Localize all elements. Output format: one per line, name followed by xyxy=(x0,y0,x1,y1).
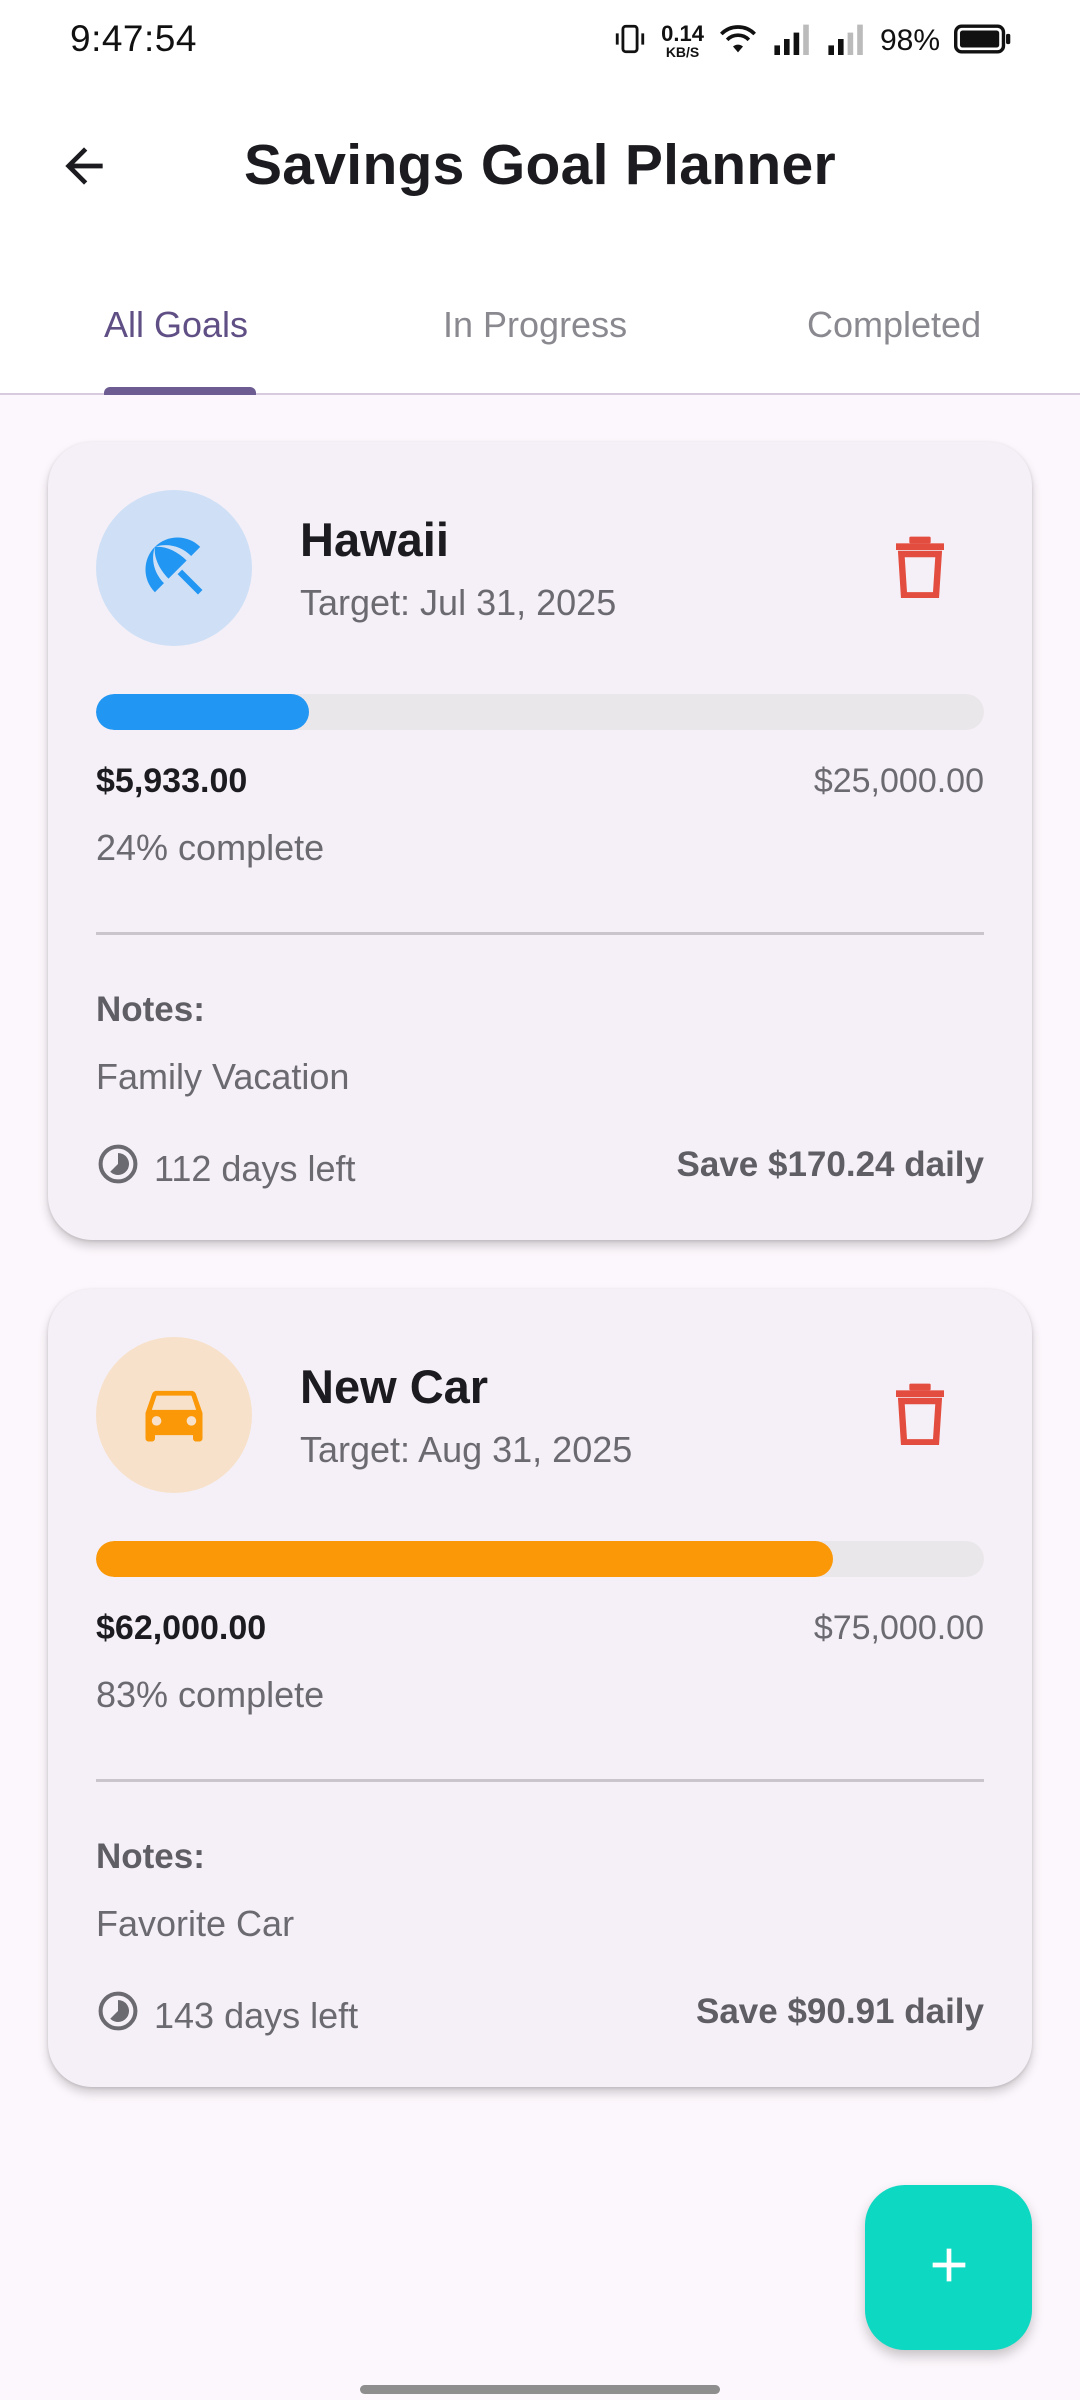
goal-card[interactable]: Hawaii Target: Jul 31, 2025 $5,933.00 $2… xyxy=(48,442,1032,1240)
signal-icon-2 xyxy=(826,23,866,60)
vibrate-icon xyxy=(613,22,647,61)
network-speed: 0.14 KB/S xyxy=(661,21,704,60)
daily-save: Save $90.91 daily xyxy=(696,1992,984,2031)
status-time: 9:47:54 xyxy=(70,18,197,59)
tab-all-goals[interactable]: All Goals xyxy=(104,255,248,395)
percent-complete: 83% complete xyxy=(96,1674,325,1715)
saved-amount: $62,000.00 xyxy=(96,1609,267,1647)
divider xyxy=(96,932,984,935)
battery-percent: 98% xyxy=(879,24,940,57)
goal-target-date: Target: Aug 31, 2025 xyxy=(300,1429,633,1470)
days-left-text: 143 days left xyxy=(154,1994,359,2036)
daily-save: Save $170.24 daily xyxy=(676,1145,984,1184)
beach-umbrella-icon xyxy=(136,528,212,609)
page-title: Savings Goal Planner xyxy=(243,133,837,197)
timelapse-icon xyxy=(96,1989,140,2042)
progress-bar xyxy=(96,1541,984,1577)
progress-fill xyxy=(96,694,310,730)
home-indicator[interactable] xyxy=(360,2385,720,2394)
network-speed-unit: KB/S xyxy=(665,44,700,60)
progress-bar xyxy=(96,694,984,730)
days-left: 112 days left xyxy=(96,1142,355,1195)
signal-icon xyxy=(772,23,812,60)
tab-bar: All Goals In Progress Completed xyxy=(0,255,1080,395)
status-icons: 0.14 KB/S 98% xyxy=(613,18,1012,64)
goal-name: Hawaii xyxy=(300,513,449,566)
network-speed-value: 0.14 xyxy=(661,21,704,46)
battery-icon xyxy=(954,23,1012,60)
notes-text: Family Vacation xyxy=(96,1056,350,1097)
wifi-icon xyxy=(718,22,758,61)
trash-icon xyxy=(892,1381,948,1450)
add-icon xyxy=(921,2237,977,2298)
add-goal-button[interactable] xyxy=(865,2185,1032,2350)
delete-button[interactable] xyxy=(884,1379,956,1451)
target-amount: $75,000.00 xyxy=(813,1609,984,1647)
notes-label: Notes: xyxy=(96,1837,205,1876)
car-icon xyxy=(136,1375,212,1456)
progress-fill xyxy=(96,1541,834,1577)
tab-completed[interactable]: Completed xyxy=(807,255,981,395)
goal-name: New Car xyxy=(300,1360,489,1413)
tab-indicator xyxy=(104,387,256,395)
goal-avatar xyxy=(96,490,252,646)
notes-label: Notes: xyxy=(96,990,205,1029)
tab-in-progress[interactable]: In Progress xyxy=(443,255,627,395)
status-bar: 9:47:54 0.14 KB/S 98% xyxy=(0,0,1080,80)
goal-avatar xyxy=(96,1337,252,1493)
divider xyxy=(96,1779,984,1782)
screen: 9:47:54 0.14 KB/S 98% Savings Goal Plann… xyxy=(0,0,1080,2400)
target-amount: $25,000.00 xyxy=(813,762,984,800)
days-left: 143 days left xyxy=(96,1989,358,2042)
saved-amount: $5,933.00 xyxy=(96,762,248,800)
goal-card[interactable]: New Car Target: Aug 31, 2025 $62,000.00 … xyxy=(48,1289,1032,2087)
days-left-text: 112 days left xyxy=(154,1147,356,1189)
trash-icon xyxy=(892,534,948,603)
app-bar: Savings Goal Planner xyxy=(0,80,1080,255)
notes-text: Favorite Car xyxy=(96,1903,295,1944)
goal-target-date: Target: Jul 31, 2025 xyxy=(300,582,617,623)
percent-complete: 24% complete xyxy=(96,827,325,868)
delete-button[interactable] xyxy=(884,532,956,604)
timelapse-icon xyxy=(96,1142,140,1195)
